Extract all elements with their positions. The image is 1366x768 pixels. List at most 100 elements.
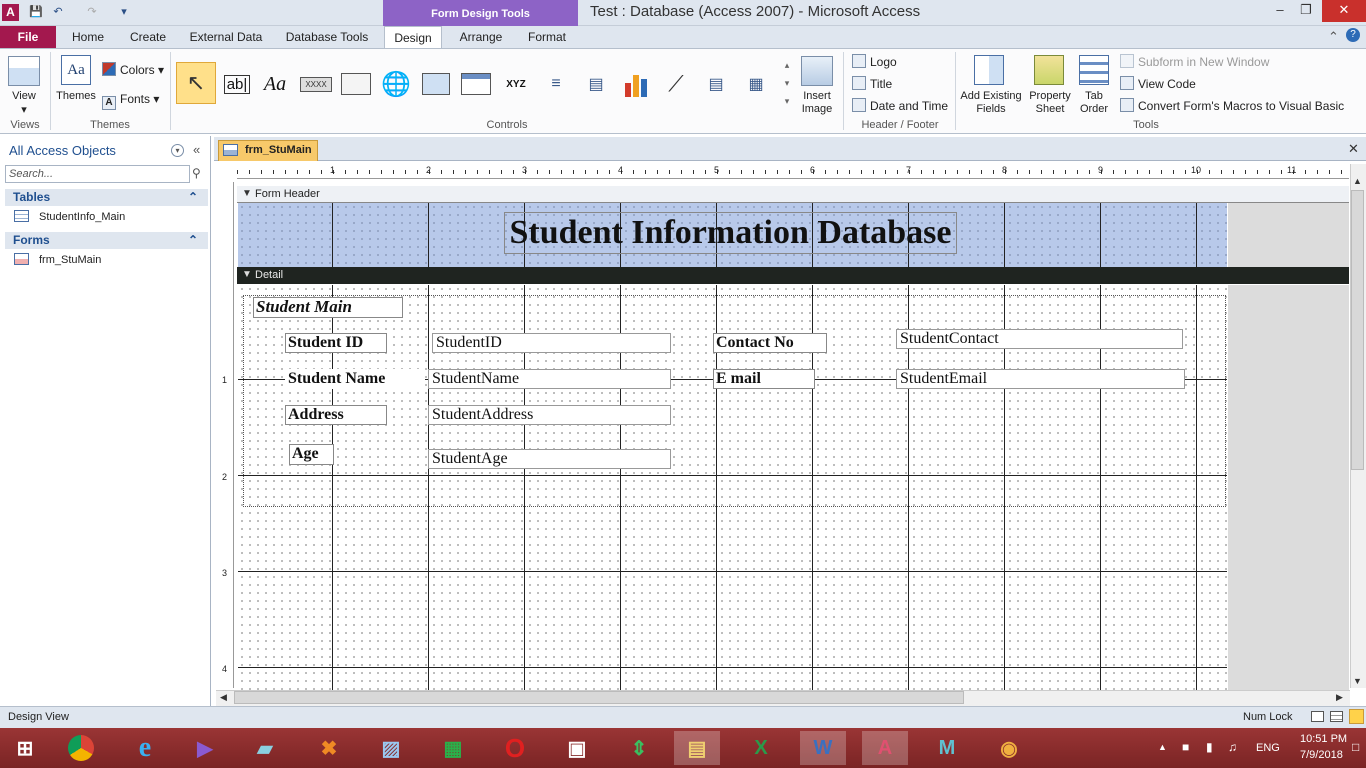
subform-new-window-button[interactable]: Subform in New Window xyxy=(1120,53,1269,71)
view-code-button[interactable]: View Code xyxy=(1120,75,1196,93)
close-button[interactable]: ✕ xyxy=(1322,0,1366,22)
form-title-label[interactable]: Student Information Database xyxy=(504,212,957,254)
line-control-icon[interactable]: ⟋ xyxy=(657,64,695,104)
add-existing-fields-button[interactable]: Add Existing xyxy=(956,90,1026,103)
volume-icon[interactable]: ♫ xyxy=(1228,740,1237,754)
list-box-control-icon[interactable]: ▦ xyxy=(737,64,775,104)
view-button[interactable]: View xyxy=(6,90,42,103)
ribbon-collapse-icon[interactable]: ⌃ xyxy=(1328,29,1339,45)
tab-order-button[interactable]: Tab xyxy=(1076,90,1112,103)
detail-section-bar[interactable]: Detail xyxy=(237,267,1349,284)
search-icon[interactable]: ⚲ xyxy=(192,166,201,180)
student-contact-textbox[interactable]: StudentContact xyxy=(896,329,1183,349)
opera-icon[interactable]: O xyxy=(492,731,538,765)
media-icon[interactable]: M xyxy=(924,731,970,765)
property-sheet-icon[interactable] xyxy=(1034,55,1064,85)
tab-order-icon[interactable] xyxy=(1079,55,1109,85)
chrome-icon[interactable] xyxy=(58,731,104,765)
clock-date[interactable]: 7/9/2018 xyxy=(1300,749,1343,761)
excel-icon[interactable]: X xyxy=(738,731,784,765)
battery-icon[interactable]: ▮ xyxy=(1206,740,1213,754)
nav-shutter-icon[interactable]: « xyxy=(193,142,200,157)
access-app-icon[interactable]: A xyxy=(2,4,19,21)
insert-image-button-line2[interactable]: Image xyxy=(794,103,840,116)
themes-button[interactable]: Themes xyxy=(54,90,98,103)
access-icon[interactable]: A xyxy=(862,731,908,765)
restore-button[interactable]: ❐ xyxy=(1292,0,1320,22)
transfer-icon[interactable]: ⇕ xyxy=(616,731,662,765)
property-sheet-button[interactable]: Property xyxy=(1026,90,1074,103)
combo-box-control-icon[interactable]: ▤ xyxy=(577,64,615,104)
title-button[interactable]: Title xyxy=(852,75,892,93)
form-header-section-bar[interactable]: Form Header xyxy=(237,186,1349,203)
button-control-icon[interactable]: XXXX xyxy=(297,64,335,104)
tab-database-tools[interactable]: Database Tools xyxy=(280,26,374,48)
tab-home[interactable]: Home xyxy=(62,26,114,48)
contact-no-label[interactable]: Contact No xyxy=(713,333,827,353)
tab-format[interactable]: Format xyxy=(518,26,576,48)
ie-icon[interactable]: e xyxy=(122,731,168,765)
add-existing-fields-icon[interactable] xyxy=(974,55,1004,85)
tab-file[interactable]: File xyxy=(0,26,56,48)
tray-expand-icon[interactable]: ▲ xyxy=(1158,742,1167,752)
option-group-control-icon[interactable]: XYZ xyxy=(497,64,535,104)
scroll-left-icon[interactable]: ◀ xyxy=(220,692,227,703)
insert-image-icon[interactable] xyxy=(801,56,833,86)
web-browser-control-icon[interactable] xyxy=(417,64,455,104)
email-label[interactable]: E mail xyxy=(713,369,815,389)
file-explorer-icon[interactable]: ▤ xyxy=(674,731,720,765)
minimize-button[interactable]: – xyxy=(1266,0,1294,22)
language-indicator[interactable]: ENG xyxy=(1256,742,1280,754)
word-icon[interactable]: W xyxy=(800,731,846,765)
themes-icon[interactable]: Aa xyxy=(61,55,91,85)
network-icon[interactable]: ■ xyxy=(1182,740,1189,754)
close-document-icon[interactable]: ✕ xyxy=(1348,141,1359,157)
address-label[interactable]: Address xyxy=(285,405,387,425)
notepad-icon[interactable]: ▰ xyxy=(242,731,288,765)
store-icon[interactable]: ▦ xyxy=(430,731,476,765)
tab-order-line2[interactable]: Order xyxy=(1076,103,1112,116)
controls-gallery-more-icon[interactable]: ▴ ▾ ▾ xyxy=(780,56,794,112)
student-id-label[interactable]: Student ID xyxy=(285,333,387,353)
customize-qat-icon[interactable]: ▾ xyxy=(116,4,132,20)
horizontal-scroll-thumb[interactable] xyxy=(234,691,964,704)
colors-button[interactable]: Colors ▾ xyxy=(102,61,164,79)
nav-section-forms[interactable]: Forms ⌃ xyxy=(5,232,208,249)
remote-icon[interactable]: ▨ xyxy=(368,731,414,765)
view-dropdown-icon[interactable]: ▾ xyxy=(16,104,32,117)
select-pointer-icon[interactable]: ↖ xyxy=(176,62,216,104)
help-icon[interactable]: ? xyxy=(1346,28,1360,42)
student-id-textbox[interactable]: StudentID xyxy=(432,333,671,353)
student-name-textbox[interactable]: StudentName xyxy=(428,369,671,389)
tab-arrange[interactable]: Arrange xyxy=(450,26,512,48)
nav-search-input[interactable]: Search... xyxy=(5,165,190,183)
insert-image-button[interactable]: Insert xyxy=(794,90,840,103)
redo-icon[interactable]: ↷ xyxy=(84,4,100,20)
student-main-label[interactable]: Student Main xyxy=(253,297,403,318)
hyperlink-control-icon[interactable]: 🌐 xyxy=(377,64,415,104)
layout-view-icon[interactable] xyxy=(1330,711,1343,722)
tab-control-icon[interactable] xyxy=(337,64,375,104)
xampp-icon[interactable]: ✖ xyxy=(306,731,352,765)
address-textbox[interactable]: StudentAddress xyxy=(428,405,671,425)
age-label[interactable]: Age xyxy=(289,444,334,465)
design-view-icon[interactable] xyxy=(1349,709,1364,724)
paint-icon[interactable]: ◉ xyxy=(986,731,1032,765)
property-sheet-line2[interactable]: Sheet xyxy=(1026,103,1074,116)
tab-external-data[interactable]: External Data xyxy=(184,26,268,48)
windows-icon[interactable]: ⊞ xyxy=(2,731,48,765)
scroll-down-icon[interactable]: ▼ xyxy=(1353,676,1362,686)
age-textbox[interactable]: StudentAge xyxy=(428,449,671,469)
visual-studio-icon[interactable]: ▶ xyxy=(182,731,228,765)
navigation-control-icon[interactable] xyxy=(457,64,495,104)
nav-section-tables[interactable]: Tables ⌃ xyxy=(5,189,208,206)
convert-macros-button[interactable]: Convert Form's Macros to Visual Basic xyxy=(1120,97,1344,115)
date-time-button[interactable]: Date and Time xyxy=(852,97,948,115)
fonts-button[interactable]: A Fonts ▾ xyxy=(102,90,159,110)
student-email-textbox[interactable]: StudentEmail xyxy=(896,369,1185,389)
logo-button[interactable]: Logo xyxy=(852,53,897,71)
clock-time[interactable]: 10:51 PM xyxy=(1300,733,1347,745)
scroll-up-icon[interactable]: ▲ xyxy=(1353,176,1362,186)
nav-pane-title[interactable]: All Access Objects xyxy=(9,143,116,158)
scroll-right-icon[interactable]: ▶ xyxy=(1336,692,1343,703)
